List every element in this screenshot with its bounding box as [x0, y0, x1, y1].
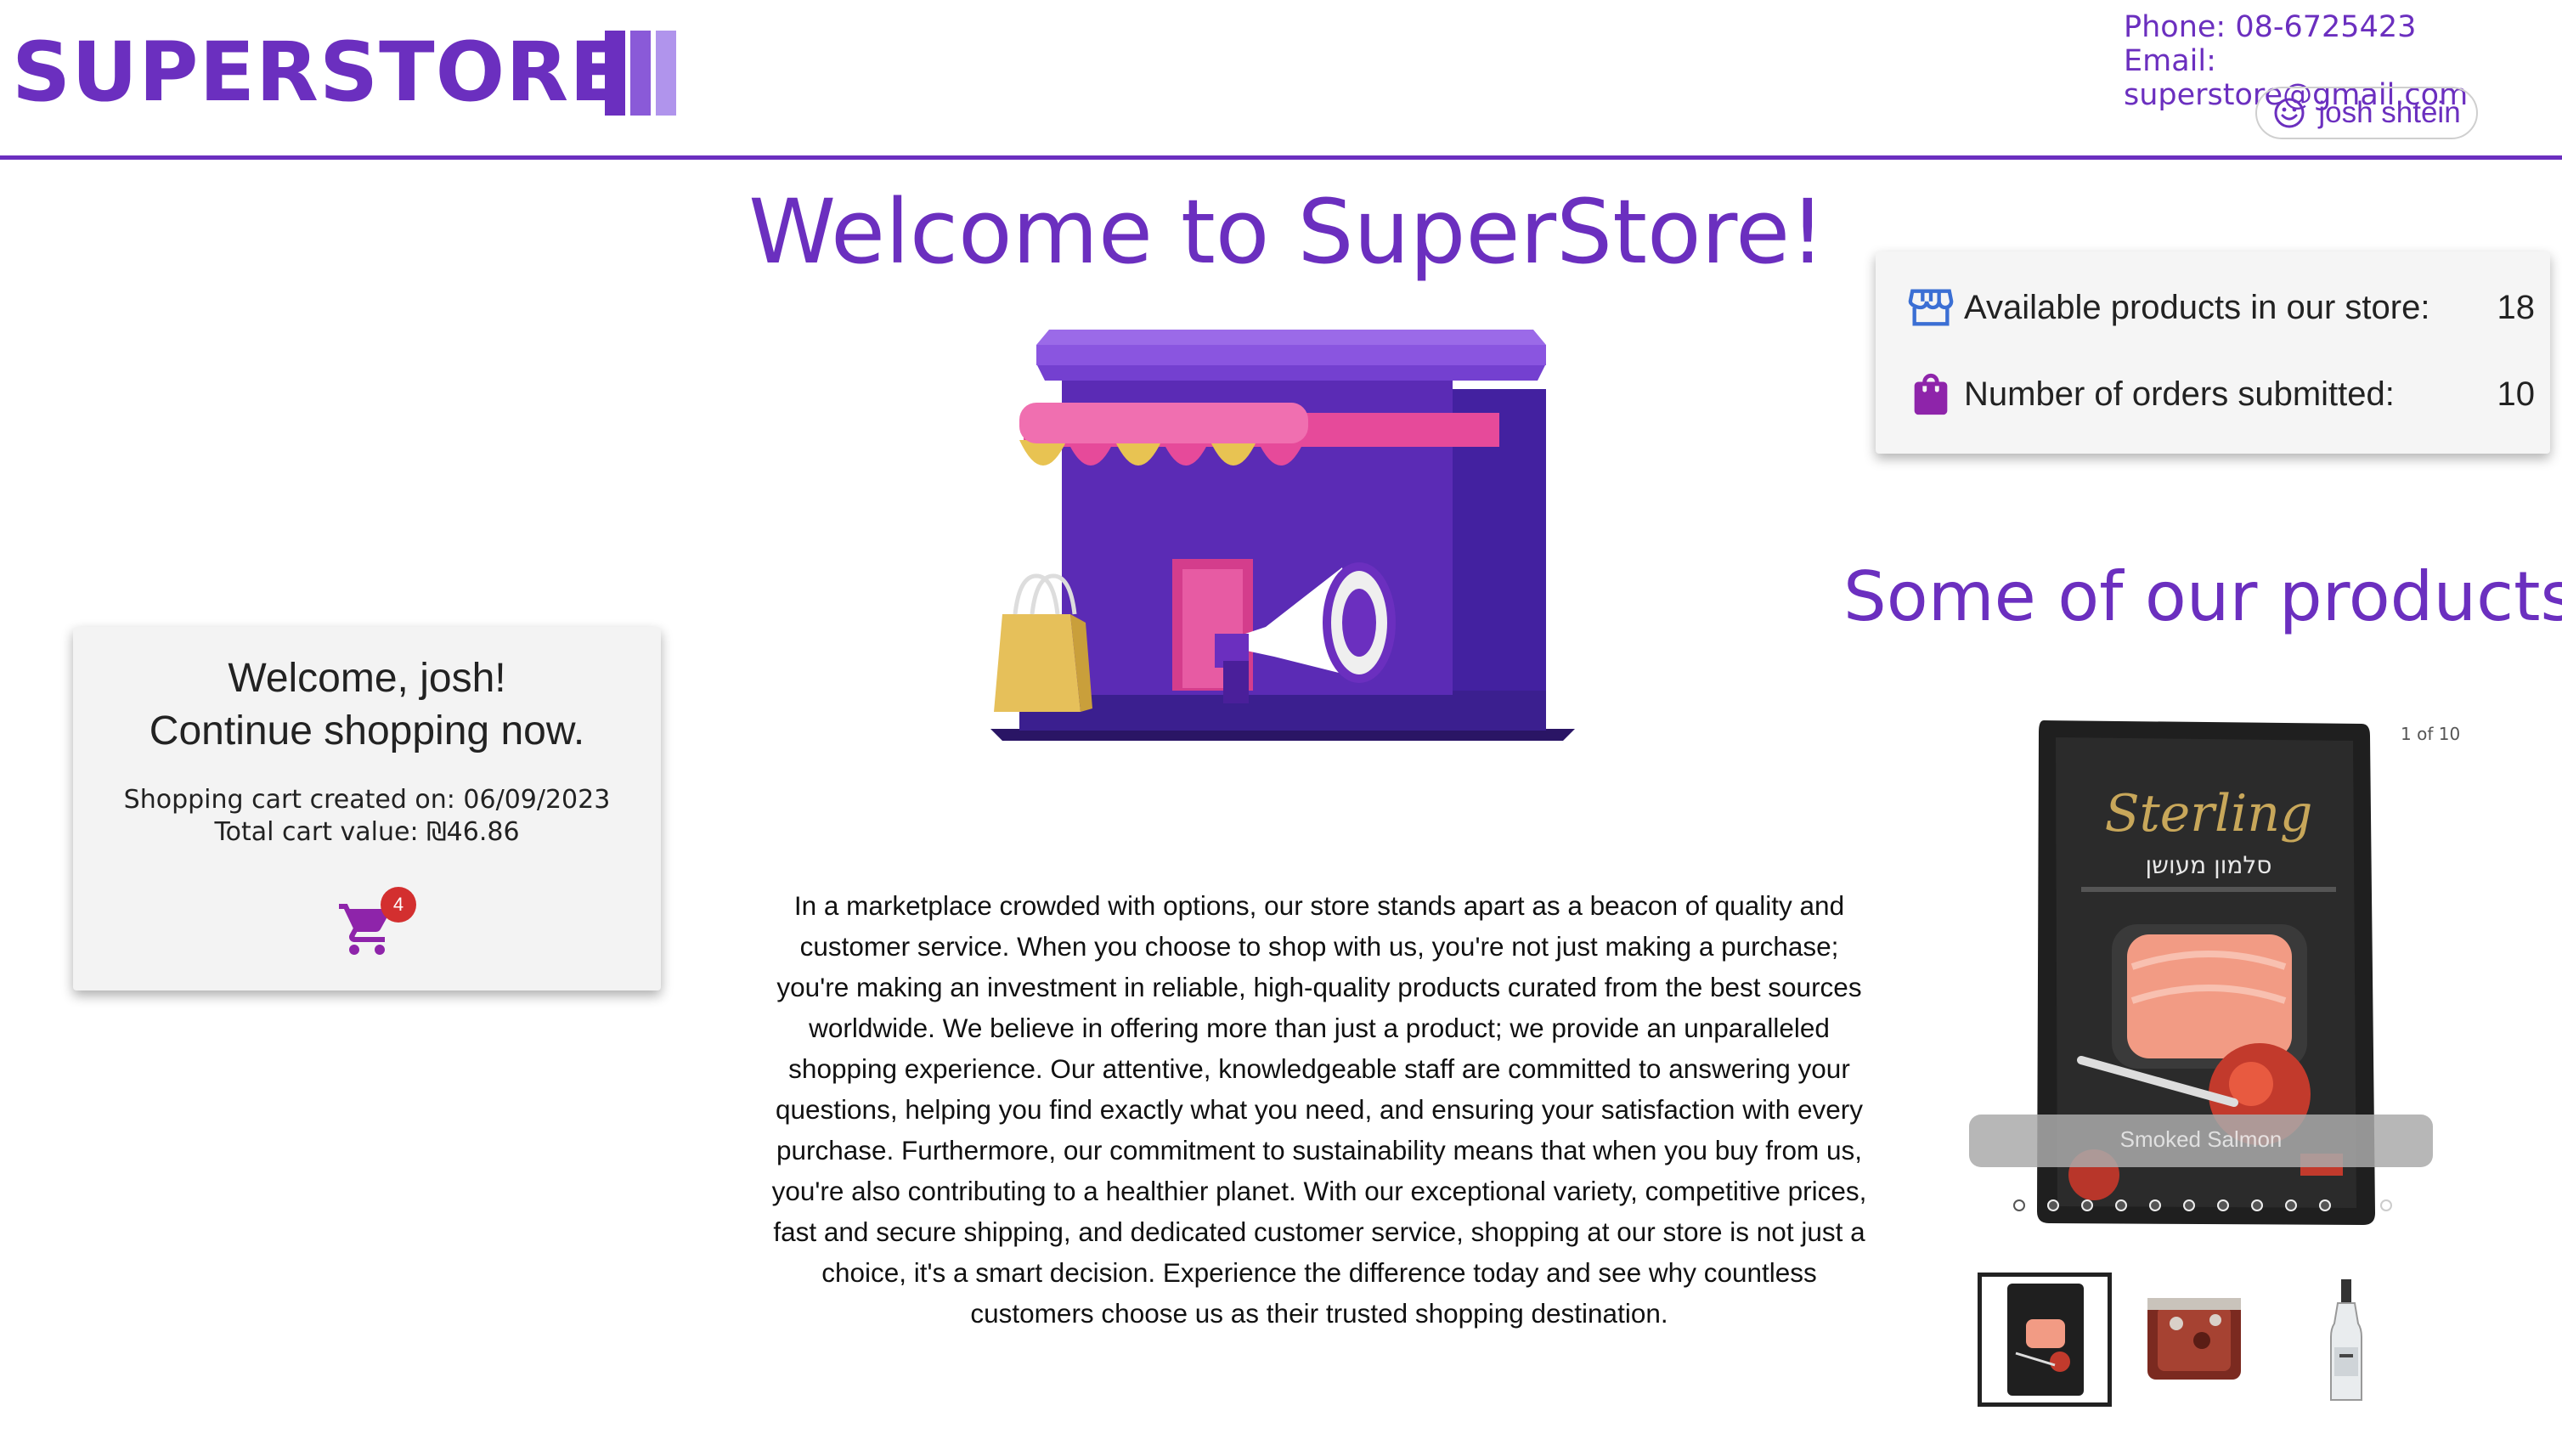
stat-label: Available products in our store:	[1964, 288, 2430, 326]
slide-counter: 1 of 10	[2401, 724, 2461, 744]
cart-count-badge: 4	[381, 887, 416, 923]
brand-logo[interactable]: SUPERSTORE	[12, 25, 626, 119]
product-thumbnail-vodka[interactable]	[2282, 1273, 2416, 1407]
logo-bar-icon	[605, 31, 625, 116]
welcome-card: Welcome, josh! Continue shopping now. Sh…	[73, 627, 661, 990]
shopping-bag-icon	[1914, 373, 1948, 415]
carousel-dot[interactable]	[2115, 1199, 2127, 1211]
stat-value: 10	[2497, 375, 2536, 413]
carousel-dot[interactable]	[2183, 1199, 2195, 1211]
product-hebrew-text: סלמון מעושן	[2146, 851, 2272, 879]
cart-total-value: Total cart value: ₪46.86	[214, 817, 520, 847]
welcome-greeting: Welcome, josh!	[228, 656, 506, 701]
carousel-dot[interactable]	[2081, 1199, 2093, 1211]
stat-orders-submitted: Number of orders submitted: 10	[1906, 369, 2535, 420]
carousel-dot[interactable]	[2149, 1199, 2161, 1211]
store-description: In a marketplace crowded with options, o…	[771, 890, 1867, 1329]
slide-caption: Smoked Salmon	[2119, 1126, 2283, 1152]
page-title: Welcome to SuperStore!	[748, 180, 1826, 284]
user-name: josh shtein	[2318, 96, 2461, 129]
stat-value: 18	[2497, 288, 2536, 326]
carousel-dot[interactable]	[2217, 1199, 2229, 1211]
vodka-bottle-thumbnail-image	[2330, 1279, 2362, 1401]
storefront-illustration	[990, 330, 1575, 741]
user-chip[interactable]: josh shtein	[2255, 87, 2478, 139]
meat-package-thumbnail-image	[2147, 1298, 2241, 1380]
carousel-dot-active[interactable]	[2013, 1199, 2025, 1211]
product-brand-text: Sterling	[2105, 784, 2313, 844]
logo-bar-icon	[656, 31, 676, 116]
smiley-face-icon	[2274, 98, 2305, 128]
carousel-dot[interactable]	[2047, 1199, 2059, 1211]
stat-available-products: Available products in our store: 18	[1906, 282, 2535, 333]
contact-phone: Phone: 08-6725423	[2124, 10, 2417, 44]
continue-shopping-text: Continue shopping now.	[149, 708, 585, 753]
products-section-title: Some of our products	[1843, 557, 2562, 636]
carousel-dot[interactable]	[2251, 1199, 2263, 1211]
logo-bar-icon	[630, 31, 651, 116]
carousel-next-dot[interactable]	[2380, 1199, 2392, 1211]
cart-created-date: Shopping cart created on: 06/09/2023	[123, 785, 611, 815]
stat-label: Number of orders submitted:	[1964, 375, 2395, 413]
carousel-dot[interactable]	[2319, 1199, 2331, 1211]
store-stats-card: Available products in our store: 18 Numb…	[1876, 251, 2550, 454]
product-thumbnail-smoked-salmon[interactable]	[1978, 1273, 2112, 1407]
store-icon	[1908, 289, 1954, 326]
carousel-dot[interactable]	[2285, 1199, 2297, 1211]
product-thumbnail-meat[interactable]	[2134, 1273, 2268, 1407]
smoked-salmon-thumbnail-image	[2007, 1284, 2084, 1396]
